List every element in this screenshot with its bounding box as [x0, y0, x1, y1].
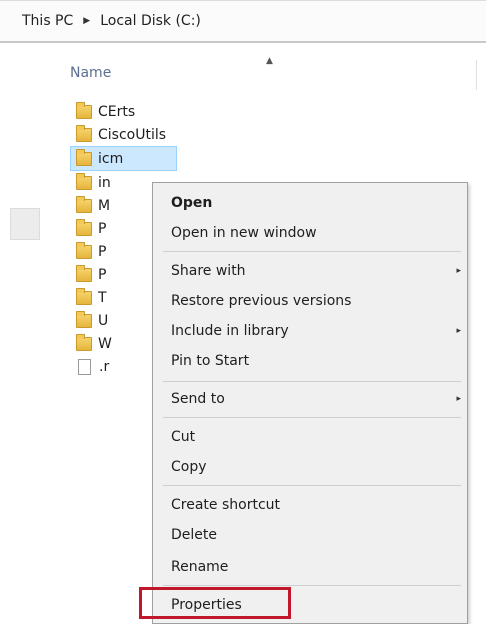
list-item-label: CErts: [98, 103, 136, 120]
list-item-label: .r: [99, 358, 110, 375]
properties-highlight-box: [139, 587, 291, 619]
folder-icon: [76, 264, 92, 282]
list-item-label: icm: [98, 150, 124, 167]
column-header-name[interactable]: Name ▲: [66, 56, 477, 90]
list-item-label: T: [98, 289, 107, 306]
submenu-arrow-icon: ▸: [456, 266, 461, 276]
menu-item-label: Open: [171, 195, 213, 211]
menu-item-open[interactable]: Open: [171, 191, 461, 215]
menu-item-open-new-window[interactable]: Open in new window: [171, 221, 461, 245]
list-item-label: W: [98, 335, 112, 352]
menu-item-create-shortcut[interactable]: Create shortcut: [171, 493, 461, 517]
menu-item-include-in-library[interactable]: Include in library ▸: [171, 319, 461, 343]
list-item[interactable]: CiscoUtils: [76, 123, 486, 146]
folder-icon: [76, 310, 92, 328]
menu-separator: [163, 485, 461, 486]
file-icon: [78, 358, 91, 375]
folder-icon: [76, 101, 92, 119]
menu-item-label: Include in library: [171, 323, 289, 339]
list-item-label: CiscoUtils: [98, 126, 167, 143]
menu-item-label: Copy: [171, 459, 207, 475]
folder-icon: [76, 195, 92, 213]
menu-item-label: Restore previous versions: [171, 293, 352, 309]
sort-ascending-icon: ▲: [266, 56, 273, 66]
menu-item-share-with[interactable]: Share with ▸: [171, 259, 461, 283]
menu-item-label: Open in new window: [171, 225, 317, 241]
list-item-label: P: [98, 220, 107, 237]
folder-icon: [76, 218, 92, 236]
menu-item-label: Cut: [171, 429, 196, 445]
folder-icon: [76, 172, 92, 190]
menu-item-cut[interactable]: Cut: [171, 425, 461, 449]
menu-item-send-to[interactable]: Send to ▸: [171, 387, 461, 411]
menu-item-rename[interactable]: Rename: [171, 555, 461, 579]
menu-item-copy[interactable]: Copy: [171, 455, 461, 479]
menu-separator: [163, 381, 461, 382]
menu-item-delete[interactable]: Delete: [171, 523, 461, 547]
list-item-selected[interactable]: icm: [70, 146, 177, 171]
menu-item-label: Rename: [171, 559, 229, 575]
breadcrumb-local-disk[interactable]: Local Disk (C:): [100, 13, 201, 29]
menu-item-restore-previous-versions[interactable]: Restore previous versions: [171, 289, 461, 313]
breadcrumb-this-pc[interactable]: This PC: [22, 13, 73, 29]
submenu-arrow-icon: ▸: [456, 326, 461, 336]
list-item-label: P: [98, 266, 107, 283]
list-item[interactable]: CErts: [76, 100, 486, 123]
folder-icon: [76, 287, 92, 305]
submenu-arrow-icon: ▸: [456, 394, 461, 404]
folder-icon: [76, 124, 92, 142]
navigation-pane-stub: [10, 208, 40, 240]
menu-item-label: Create shortcut: [171, 497, 281, 513]
menu-separator: [163, 417, 461, 418]
list-item-label: in: [98, 174, 111, 191]
list-item-label: M: [98, 197, 111, 214]
folder-icon: [76, 148, 92, 166]
list-item-label: P: [98, 243, 107, 260]
menu-item-label: Send to: [171, 391, 225, 407]
menu-separator: [163, 251, 461, 252]
list-item-label: U: [98, 312, 109, 329]
breadcrumb-separator-icon: ▶: [83, 16, 91, 26]
menu-item-label: Share with: [171, 263, 246, 279]
folder-icon: [76, 333, 92, 351]
menu-item-pin-to-start[interactable]: Pin to Start: [171, 349, 461, 373]
context-menu: Open Open in new window Share with ▸ Res…: [152, 182, 468, 624]
address-bar[interactable]: This PC ▶ Local Disk (C:): [0, 0, 486, 43]
column-header-name-label: Name: [70, 65, 112, 81]
menu-item-label: Pin to Start: [171, 353, 250, 369]
menu-item-label: Delete: [171, 527, 217, 543]
breadcrumb: This PC ▶ Local Disk (C:): [22, 13, 201, 29]
menu-separator: [163, 585, 461, 586]
folder-icon: [76, 241, 92, 259]
